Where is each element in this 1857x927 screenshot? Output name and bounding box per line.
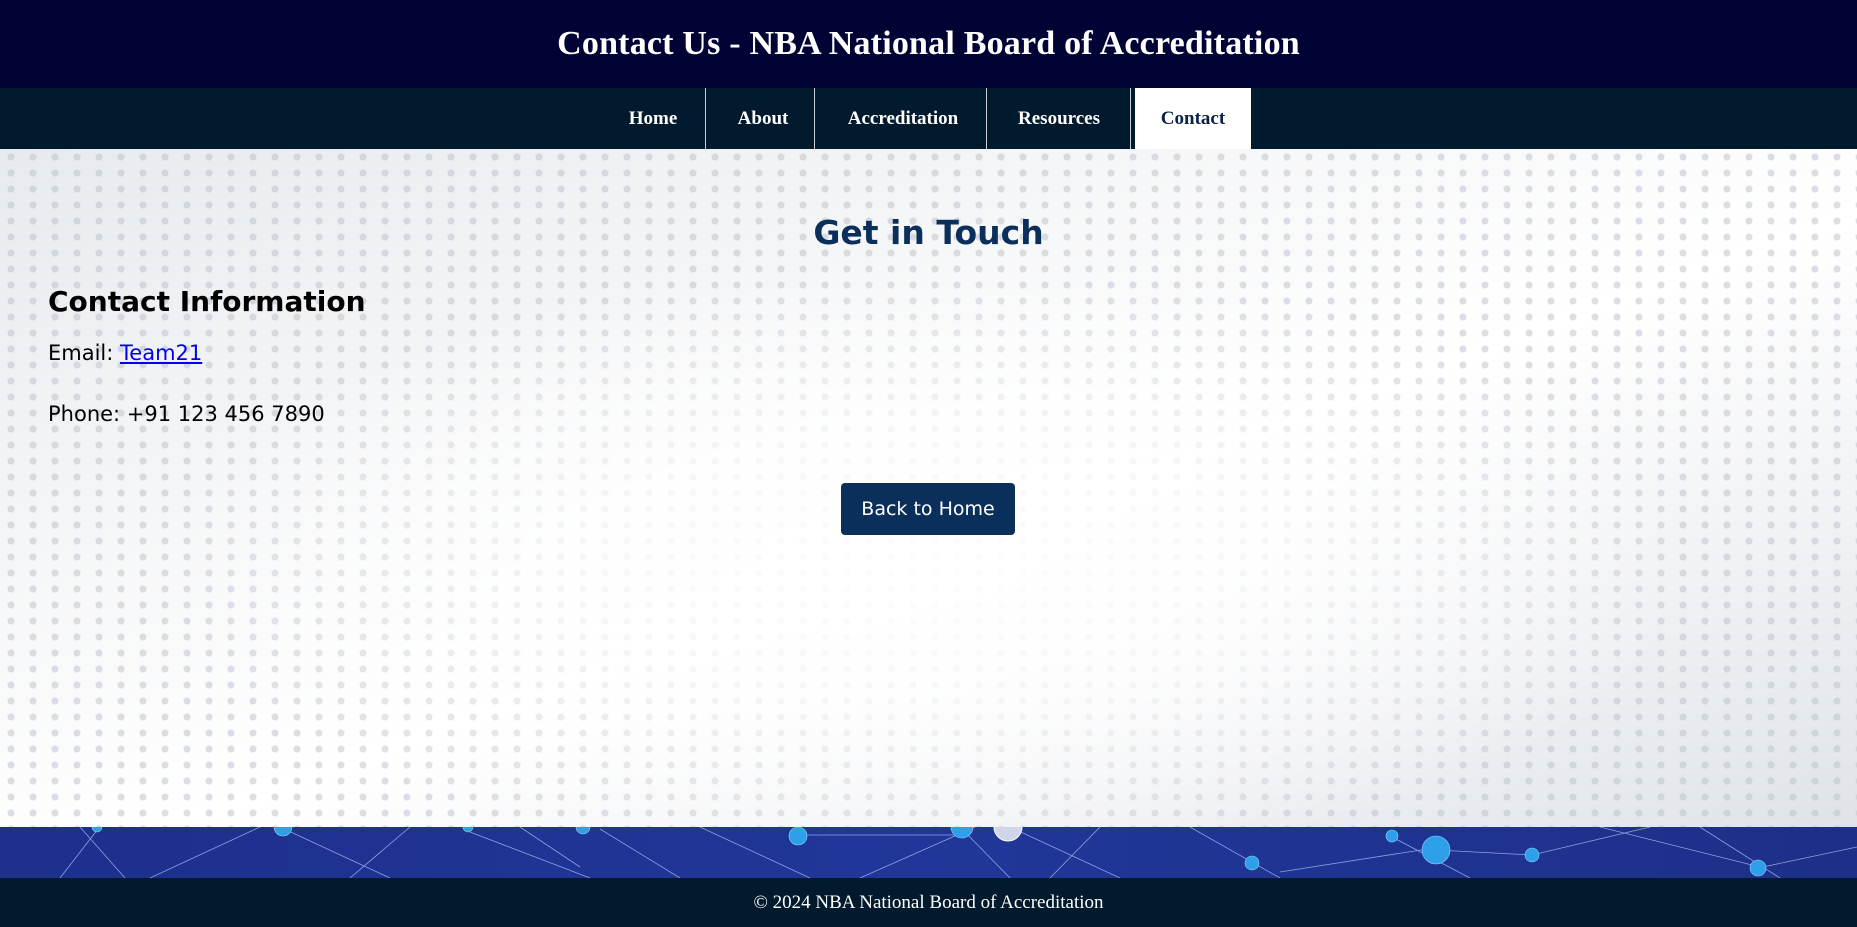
nav-item-resources[interactable]: Resources [997, 88, 1121, 149]
main-navigation: Home About Accreditation Resources Conta… [0, 88, 1857, 149]
main-content: Get in Touch Contact Information Email: … [0, 149, 1857, 827]
site-header: Contact Us - NBA National Board of Accre… [0, 0, 1857, 88]
section-title: Get in Touch [813, 213, 1044, 252]
nav-item-home[interactable]: Home [612, 88, 694, 149]
nav-item-contact[interactable]: Contact [1135, 88, 1251, 149]
network-pattern-graphic [59, 827, 1857, 878]
contact-information-heading: Contact Information [48, 285, 366, 318]
phone-line: Phone: +91 123 456 7890 [48, 402, 325, 426]
nav-divider [705, 88, 706, 149]
nav-divider [1130, 88, 1131, 149]
copyright-text: © 2024 NBA National Board of Accreditati… [753, 891, 1104, 913]
nav-item-accreditation[interactable]: Accreditation [829, 88, 977, 149]
back-to-home-button[interactable]: Back to Home [841, 483, 1015, 535]
page-title: Contact Us - NBA National Board of Accre… [557, 25, 1300, 62]
nav-divider [814, 88, 815, 149]
nav-divider [986, 88, 987, 149]
network-decoration-band [0, 827, 1857, 878]
email-link[interactable]: Team21 [120, 341, 202, 365]
nav-item-about[interactable]: About [717, 88, 809, 149]
email-label: Email: [48, 341, 121, 365]
email-line: Email: Team21 [48, 341, 202, 365]
site-footer: © 2024 NBA National Board of Accreditati… [0, 878, 1857, 927]
